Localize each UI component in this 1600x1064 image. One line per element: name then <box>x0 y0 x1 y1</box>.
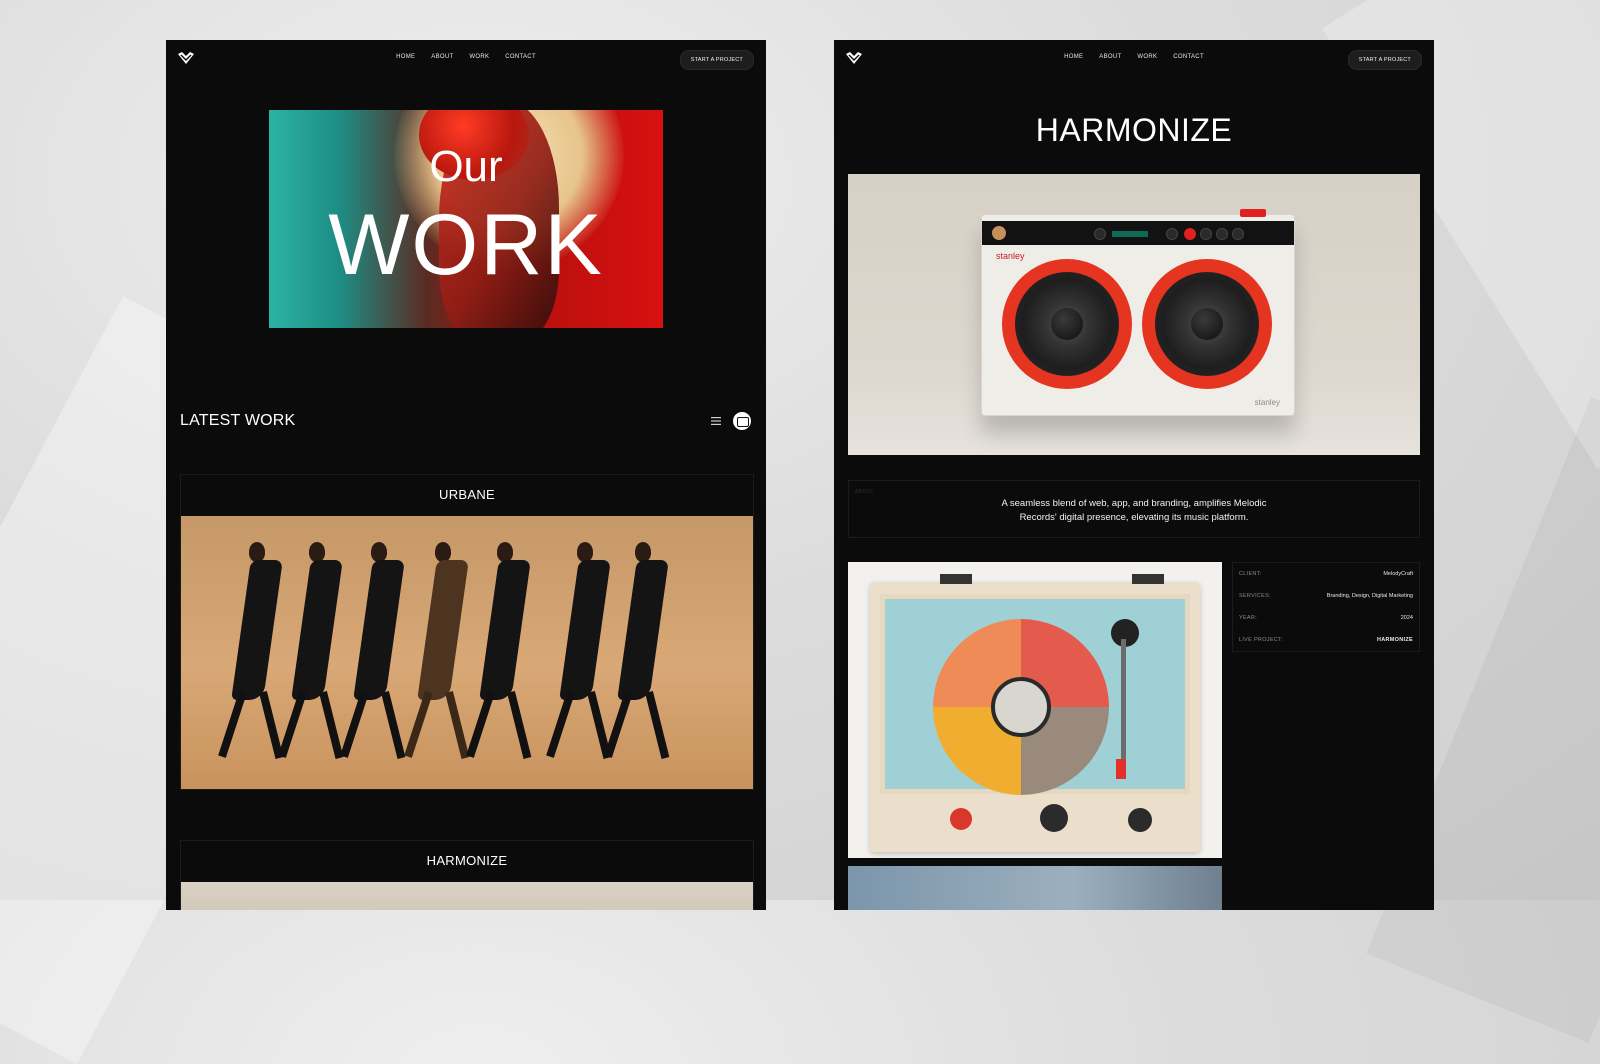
nav-home-link[interactable]: HOME <box>396 54 415 60</box>
model-figure <box>218 542 284 762</box>
model-figure <box>604 542 670 762</box>
top-nav: HOME ABOUT WORK CONTACT START A PROJECT <box>834 40 1434 78</box>
model-figure <box>546 542 612 762</box>
project-details-table: CLIENT: MelodyCraft SERVICES: Branding, … <box>1232 562 1420 652</box>
nav-contact-link[interactable]: CONTACT <box>505 54 536 60</box>
start-project-button[interactable]: START A PROJECT <box>679 50 754 70</box>
nav-links: HOME ABOUT WORK CONTACT <box>166 54 766 60</box>
hero-title-line2: WORK <box>328 197 604 293</box>
vinyl-record <box>933 619 1109 795</box>
latest-work-heading: LATEST WORK <box>180 412 296 429</box>
speaker-cone <box>1142 259 1272 389</box>
nav-links: HOME ABOUT WORK CONTACT <box>834 54 1434 60</box>
nav-about-link[interactable]: ABOUT <box>431 54 453 60</box>
project-card-urbane[interactable]: URBANE <box>180 474 754 790</box>
about-section: ABOUT A seamless blend of web, app, and … <box>848 480 1420 538</box>
grid-view-icon[interactable] <box>733 412 751 430</box>
model-figure <box>278 542 344 762</box>
detail-row-client: CLIENT: MelodyCraft <box>1239 571 1413 577</box>
hero-banner: Our WORK <box>269 110 663 328</box>
detail-row-services: SERVICES: Branding, Design, Digital Mark… <box>1239 593 1413 599</box>
about-label: ABOUT <box>855 489 874 495</box>
detail-row-year: YEAR: 2024 <box>1239 615 1413 621</box>
about-description: A seamless blend of web, app, and brandi… <box>1001 498 1267 523</box>
nav-home-link[interactable]: HOME <box>1064 54 1083 60</box>
project-title: HARMONIZE <box>1035 112 1233 148</box>
speaker-cone <box>1002 259 1132 389</box>
nav-contact-link[interactable]: CONTACT <box>1173 54 1204 60</box>
nav-about-link[interactable]: ABOUT <box>1099 54 1121 60</box>
nav-work-link[interactable]: WORK <box>1137 54 1157 60</box>
project-title: URBANE <box>439 487 495 502</box>
boombox-illustration: stanley stanley <box>981 209 1295 416</box>
turntable-illustration <box>870 574 1200 852</box>
project-hero-image: stanley stanley <box>848 174 1420 455</box>
speaker-brand: stanley <box>996 251 1025 261</box>
project-detail-mockup: HOME ABOUT WORK CONTACT START A PROJECT … <box>834 40 1434 910</box>
detail-row-live-project: LIVE PROJECT: HARMONIZE <box>1239 637 1413 643</box>
project-image-harmonize[interactable] <box>181 882 753 910</box>
turntable-image <box>848 562 1222 858</box>
hero-title-line1: Our <box>429 142 503 191</box>
start-project-button[interactable]: START A PROJECT <box>1347 50 1422 70</box>
list-view-icon[interactable] <box>710 416 722 426</box>
work-page-mockup: HOME ABOUT WORK CONTACT START A PROJECT … <box>166 40 766 910</box>
model-figure <box>466 542 532 762</box>
live-project-link[interactable]: HARMONIZE <box>1377 637 1413 643</box>
top-nav: HOME ABOUT WORK CONTACT START A PROJECT <box>166 40 766 78</box>
nav-work-link[interactable]: WORK <box>469 54 489 60</box>
project-title: HARMONIZE <box>426 853 508 868</box>
model-figure <box>404 542 470 762</box>
project-image-urbane[interactable] <box>181 516 753 789</box>
secondary-project-image <box>848 866 1222 910</box>
speaker-brand-secondary: stanley <box>1254 398 1280 407</box>
model-figure <box>340 542 406 762</box>
